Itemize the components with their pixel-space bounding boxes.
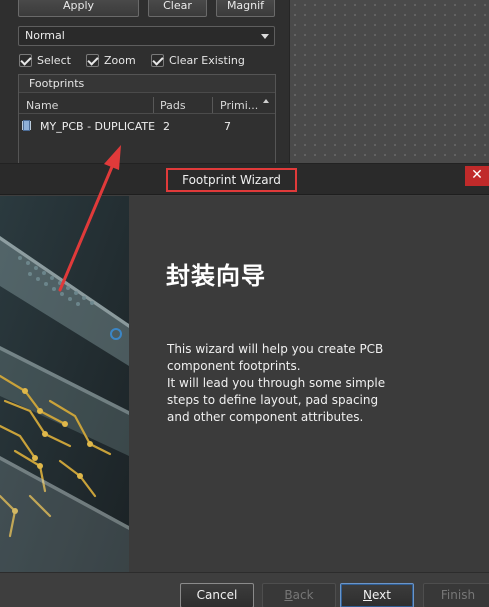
wizard-description: This wizard will help you create PCB com… — [167, 341, 427, 426]
checkbox-checked-icon — [151, 53, 164, 67]
wizard-content: 封装向导 This wizard will help you create PC… — [129, 196, 489, 572]
zoom-checkbox[interactable]: Zoom — [86, 53, 136, 67]
back-button[interactable]: Back — [262, 583, 336, 607]
description-line: It will lead you through some simple — [167, 376, 386, 390]
footprints-table-header: Name Pads Primi... — [19, 97, 275, 114]
dialog-title: Footprint Wizard — [166, 168, 297, 192]
checkbox-checked-icon — [86, 53, 99, 67]
description-line: and other component attributes. — [167, 410, 364, 424]
column-divider[interactable] — [212, 97, 213, 113]
column-pads[interactable]: Pads — [160, 99, 186, 112]
sort-ascending-icon — [263, 99, 269, 103]
zoom-checkbox-label: Zoom — [104, 53, 136, 67]
footprints-header: Footprints — [19, 75, 275, 93]
select-checkbox-label: Select — [37, 53, 71, 67]
checkbox-checked-icon — [19, 53, 32, 67]
back-mnemonic: B — [284, 588, 293, 602]
column-name[interactable]: Name — [26, 99, 58, 112]
dialog-titlebar[interactable]: Footprint Wizard ✕ — [0, 164, 489, 195]
wizard-pcb-illustration — [0, 196, 129, 572]
next-button[interactable]: Next — [340, 583, 414, 607]
wizard-heading: 封装向导 — [166, 262, 266, 290]
back-label: ack — [292, 588, 314, 602]
finish-button[interactable]: Finish — [423, 583, 489, 607]
select-checkbox[interactable]: Select — [19, 53, 71, 67]
apply-button[interactable]: Apply — [18, 0, 139, 17]
pcb-layers-image — [0, 196, 129, 572]
column-primitives[interactable]: Primi... — [220, 99, 258, 112]
clear-existing-checkbox-label: Clear Existing — [169, 53, 245, 67]
chevron-down-icon — [261, 34, 269, 39]
close-icon[interactable]: ✕ — [465, 166, 489, 186]
description-line: This wizard will help you create PCB — [167, 342, 384, 356]
row-name: MY_PCB - DUPLICATE — [40, 120, 156, 133]
next-mnemonic: N — [363, 588, 372, 602]
mode-select-value: Normal — [25, 29, 65, 42]
clear-button[interactable]: Clear — [148, 0, 207, 17]
description-line: steps to define layout, pad spacing — [167, 393, 379, 407]
cancel-button[interactable]: Cancel — [180, 583, 254, 607]
pcb-canvas[interactable] — [289, 0, 489, 165]
table-row[interactable]: MY_PCB - DUPLICATE 2 7 — [19, 117, 275, 135]
footprint-chip-icon — [23, 120, 30, 131]
column-divider[interactable] — [153, 97, 154, 113]
pcb-filter-panel: Apply Clear Magnif Normal Select Zoom Cl… — [0, 0, 289, 166]
wizard-footer: Cancel Back Next Finish — [0, 572, 489, 607]
row-pads: 2 — [163, 120, 170, 133]
footprints-group: Footprints Name Pads Primi... MY_PCB - D… — [18, 74, 276, 166]
mode-select[interactable]: Normal — [18, 26, 275, 46]
next-label: ext — [372, 588, 391, 602]
magnify-button[interactable]: Magnif — [216, 0, 275, 17]
description-line: component footprints. — [167, 359, 301, 373]
row-primitives: 7 — [224, 120, 231, 133]
footprint-wizard-dialog: Footprint Wizard ✕ 封装向导 This wizard will… — [0, 163, 489, 607]
clear-existing-checkbox[interactable]: Clear Existing — [151, 53, 245, 67]
